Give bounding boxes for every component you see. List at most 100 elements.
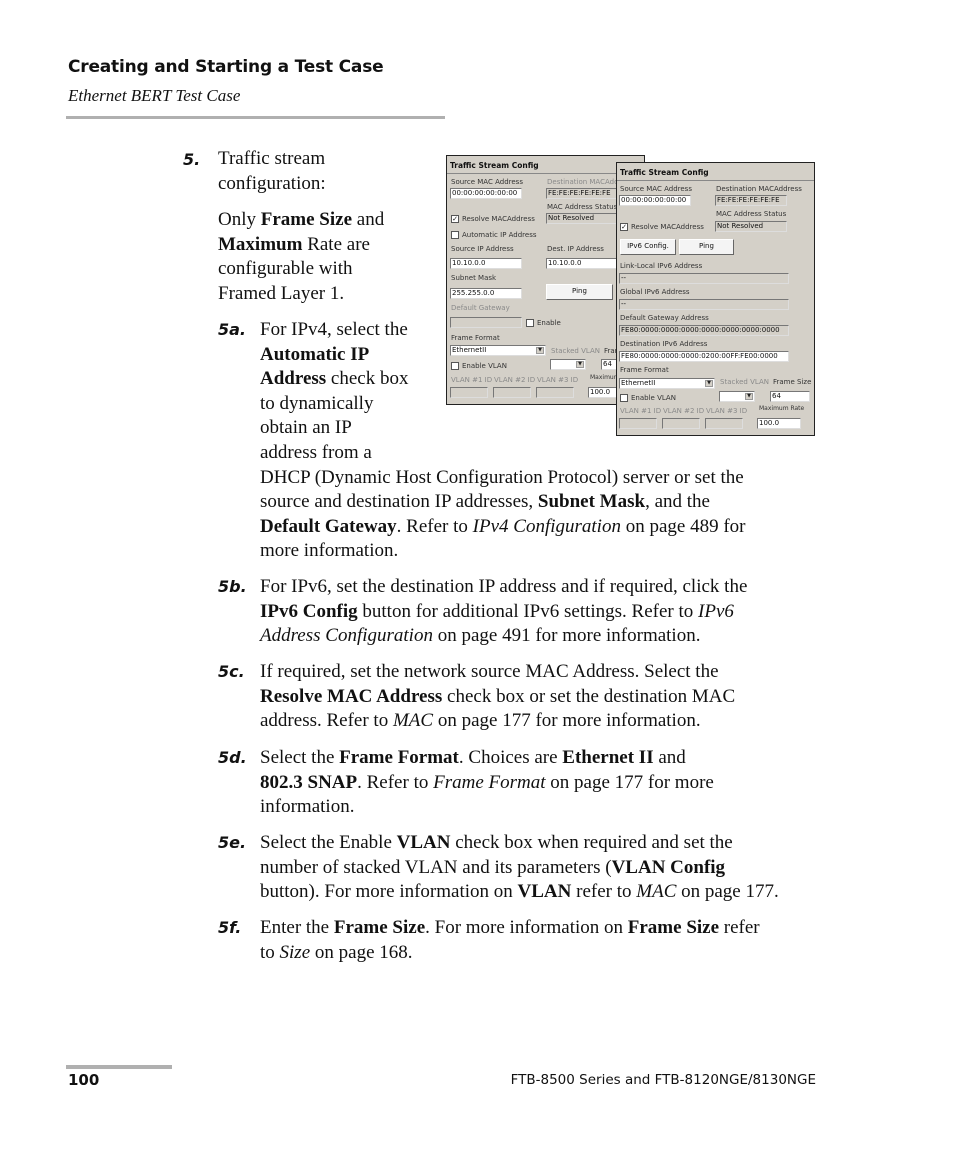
frame-format-select[interactable]: EthernetII ▼ <box>450 345 546 356</box>
step-text-line: configuration: <box>218 172 326 194</box>
dest-ipv6-input[interactable]: FE80:0000:0000:0000:0200:00FF:FE00:0000 <box>619 351 789 362</box>
frame-format-label: Frame Format <box>620 366 669 374</box>
frame-format-label: Frame Format <box>451 334 500 342</box>
chevron-down-icon: ▼ <box>705 380 713 387</box>
chevron-down-icon: ▼ <box>536 347 544 354</box>
vlan1-input[interactable] <box>450 387 488 398</box>
auto-ip-label: Automatic IP Address <box>462 231 537 239</box>
ping-button[interactable]: Ping <box>679 239 734 255</box>
frame-size-label: Frame Size <box>773 378 812 386</box>
link-local-label: Link-Local IPv6 Address <box>620 262 703 270</box>
max-rate-label: Maximum Rate <box>759 405 805 412</box>
substep-d-text: Select the Frame Format. Choices are Eth… <box>260 747 714 818</box>
xref-link[interactable]: MAC <box>636 881 676 902</box>
dest-ip-label: Dest. IP Address <box>547 245 604 253</box>
mac-status-field: Not Resolved <box>546 213 618 224</box>
traffic-stream-config-ipv6-dialog: Traffic Stream Config Source MAC Address… <box>616 162 815 436</box>
source-mac-label: Source MAC Address <box>451 178 523 186</box>
vlan1-label: VLAN #1 ID <box>620 407 662 415</box>
enable-vlan-checkbox[interactable] <box>620 394 628 402</box>
vlan2-label: VLAN #2 ID <box>494 376 536 384</box>
page-number: 100 <box>68 1071 100 1089</box>
link-local-field: -- <box>619 273 789 284</box>
enable-vlan-checkbox[interactable] <box>451 362 459 370</box>
product-name: FTB-8500 Series and FTB-8120NGE/8130NGE <box>510 1072 816 1088</box>
resolve-mac-label: Resolve MACAddress <box>631 223 704 231</box>
subnet-mask-label: Subnet Mask <box>451 274 497 282</box>
vlan1-input[interactable] <box>619 418 657 429</box>
chevron-down-icon: ▼ <box>745 393 753 400</box>
substep-number: 5c. <box>218 662 245 681</box>
xref-link[interactable]: MAC <box>393 710 433 731</box>
frame-size-input[interactable]: 64 <box>770 391 810 402</box>
substep-number: 5e. <box>218 833 247 852</box>
substep-f-text: Enter the Frame Size. For more informati… <box>260 917 760 963</box>
default-gateway-input[interactable] <box>450 317 522 328</box>
auto-ip-checkbox[interactable] <box>451 231 459 239</box>
xref-link[interactable]: Frame Format <box>433 772 545 793</box>
vlan2-input[interactable] <box>662 418 700 429</box>
source-ip-label: Source IP Address <box>451 245 514 253</box>
gateway-enable-checkbox[interactable] <box>526 319 534 327</box>
mac-status-label: MAC Address Status <box>716 210 787 218</box>
gateway-enable-label: Enable <box>537 319 561 327</box>
default-gateway-label: Default Gateway <box>451 304 510 312</box>
stacked-vlan-label: Stacked VLAN <box>720 378 769 386</box>
source-ip-input[interactable]: 10.10.0.0 <box>450 258 522 269</box>
global-ipv6-label: Global IPv6 Address <box>620 288 690 296</box>
resolve-mac-checkbox[interactable]: ✓ <box>620 223 628 231</box>
stacked-vlan-select[interactable]: ▼ <box>719 391 755 402</box>
section-subtitle: Ethernet BERT Test Case <box>68 86 241 105</box>
xref-link[interactable]: IPv4 Configuration <box>473 516 621 537</box>
ping-button[interactable]: Ping <box>546 284 613 300</box>
subnet-mask-input[interactable]: 255.255.0.0 <box>450 288 522 299</box>
xref-link[interactable]: Size <box>280 942 311 963</box>
resolve-mac-checkbox[interactable]: ✓ <box>451 215 459 223</box>
xref-link[interactable]: Address Configuration <box>260 625 433 646</box>
enable-vlan-label: Enable VLAN <box>631 394 676 402</box>
vlan3-label: VLAN #3 ID <box>537 376 579 384</box>
vlan2-input[interactable] <box>493 387 531 398</box>
mac-status-field: Not Resolved <box>715 221 787 232</box>
enable-vlan-label: Enable VLAN <box>462 362 507 370</box>
chevron-down-icon: ▼ <box>576 361 584 368</box>
source-mac-label: Source MAC Address <box>620 185 692 193</box>
header-divider <box>66 116 445 119</box>
step-number: 5. <box>183 150 201 169</box>
source-mac-input[interactable]: 00:00:00:00:00:00 <box>619 195 691 206</box>
substep-number: 5d. <box>218 748 247 767</box>
stacked-vlan-label: Stacked VLAN <box>551 347 600 355</box>
dest-ipv6-label: Destination IPv6 Address <box>620 340 708 348</box>
step-text: Traffic stream configuration: <box>218 147 438 196</box>
source-mac-input[interactable]: 00:00:00:00:00:00 <box>450 188 522 199</box>
chapter-title: Creating and Starting a Test Case <box>68 57 384 77</box>
dest-mac-input[interactable]: FE:FE:FE:FE:FE:FE <box>546 188 618 199</box>
resolve-mac-label: Resolve MACAddress <box>462 215 535 223</box>
substep-number: 5a. <box>218 320 247 339</box>
substep-number: 5f. <box>218 918 242 937</box>
substep-e-text: Select the Enable VLAN check box when re… <box>260 832 779 903</box>
global-ipv6-field: -- <box>619 299 789 310</box>
dialog-title: Traffic Stream Config <box>617 163 814 181</box>
stacked-vlan-select[interactable]: ▼ <box>550 359 586 370</box>
default-gateway-label: Default Gateway Address <box>620 314 709 322</box>
xref-link[interactable]: IPv6 <box>698 601 734 622</box>
vlan3-input[interactable] <box>705 418 743 429</box>
substep-number: 5b. <box>218 577 247 596</box>
vlan2-label: VLAN #2 ID <box>663 407 705 415</box>
vlan3-label: VLAN #3 ID <box>706 407 748 415</box>
vlan3-input[interactable] <box>536 387 574 398</box>
ipv6-config-button[interactable]: IPv6 Config. <box>620 239 676 255</box>
frame-format-select[interactable]: EthernetII ▼ <box>619 378 715 389</box>
footer-divider <box>66 1065 172 1069</box>
default-gateway-field: FE80:0000:0000:0000:0000:0000:0000:0000 <box>619 325 789 336</box>
substep-b-text: For IPv6, set the destination IP address… <box>260 576 748 647</box>
dest-ip-input[interactable]: 10.10.0.0 <box>546 258 618 269</box>
dest-mac-label: Destination MACAddress <box>716 185 802 193</box>
vlan1-label: VLAN #1 ID <box>451 376 493 384</box>
dialog-title: Traffic Stream Config <box>447 156 644 174</box>
max-rate-input[interactable]: 100.0 <box>757 418 801 429</box>
step-note: Only Frame Size and Maximum Rate are con… <box>218 209 385 304</box>
mac-status-label: MAC Address Status <box>547 203 618 211</box>
dest-mac-input[interactable]: FE:FE:FE:FE:FE:FE <box>715 195 787 206</box>
